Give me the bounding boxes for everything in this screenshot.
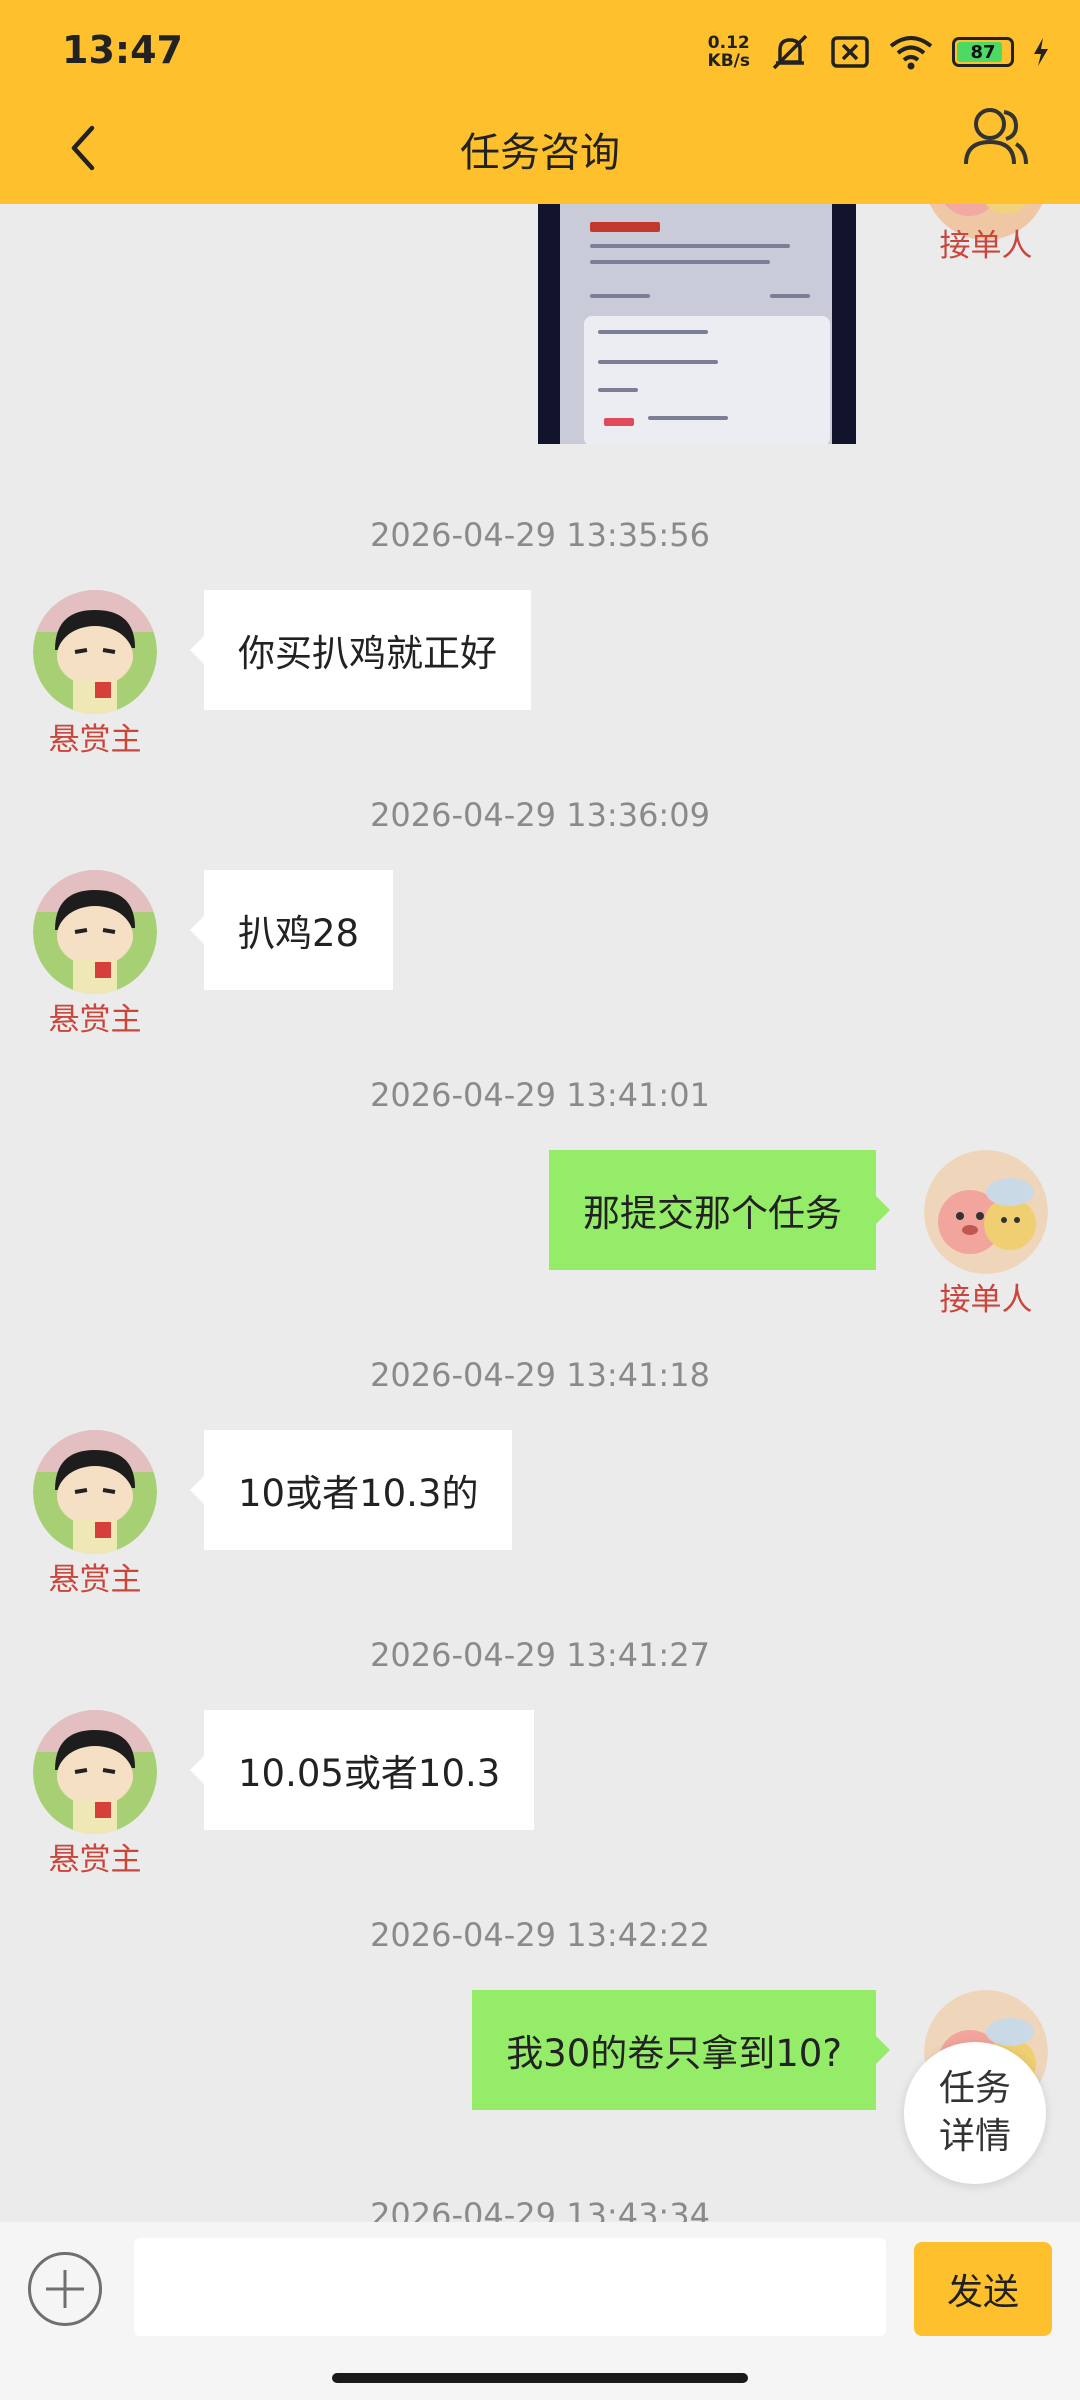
message-timestamp: 2026-04-29 13:35:56: [370, 516, 710, 554]
owner-avatar[interactable]: [33, 1710, 157, 1834]
message-timestamp: 2026-04-29 13:41:27: [370, 1636, 710, 1674]
owner-role-label: 悬赏主: [48, 722, 142, 758]
task-details-button[interactable]: 任务 详情: [904, 2042, 1046, 2184]
top-bar: 13:47 0.12 KB/s 87 任务咨询: [0, 0, 1080, 204]
owner-avatar[interactable]: [33, 590, 157, 714]
taker-avatar[interactable]: [924, 1150, 1048, 1274]
users-icon[interactable]: [960, 102, 1030, 172]
message-timestamp: 2026-04-29 13:41:01: [370, 1076, 710, 1114]
owner-role-label: 悬赏主: [48, 1562, 142, 1598]
charging-icon: [1034, 38, 1048, 66]
chat-area[interactable]: 接单人 2026-04-29 13:35:56 悬赏主 你买扒鸡就正好 2026…: [0, 204, 1080, 2222]
message-timestamp: 2026-04-29 13:36:09: [370, 796, 710, 834]
no-sim-icon: [831, 36, 869, 68]
chat-bubble-received[interactable]: 你买扒鸡就正好: [190, 590, 531, 710]
owner-role-label: 悬赏主: [48, 1002, 142, 1038]
network-speed: 0.12 KB/s: [707, 33, 750, 71]
mute-bell-icon: [772, 34, 808, 70]
image-message-thumbnail[interactable]: [538, 204, 856, 444]
chat-bubble-received[interactable]: 扒鸡28: [189, 870, 394, 990]
message-timestamp: 2026-04-29 13:43:34: [370, 2196, 710, 2222]
home-indicator[interactable]: [332, 2373, 748, 2383]
chat-bubble-sent[interactable]: 那提交那个任务: [549, 1150, 890, 1270]
chat-bubble-received[interactable]: 10.05或者10.3: [189, 1710, 535, 1830]
message-timestamp: 2026-04-29 13:42:22: [370, 1916, 710, 1954]
taker-role-label: 接单人: [939, 228, 1033, 264]
status-time: 13:47: [62, 28, 183, 72]
status-icons: 0.12 KB/s 87: [708, 30, 1050, 74]
task-details-label-line1: 任务: [938, 2068, 1011, 2109]
page-title: 任务咨询: [460, 130, 620, 176]
message-input[interactable]: [134, 2238, 886, 2336]
chat-bubble-sent[interactable]: 我30的卷只拿到10?: [472, 1990, 890, 2110]
taker-role-label: 接单人: [939, 1282, 1033, 1318]
battery-indicator: 87: [952, 37, 1014, 67]
plus-icon[interactable]: [28, 2252, 102, 2326]
wifi-icon: [889, 36, 933, 70]
send-button[interactable]: 发送: [914, 2242, 1052, 2336]
chat-bubble-received[interactable]: 10或者10.3的: [189, 1430, 513, 1550]
message-timestamp: 2026-04-29 13:41:18: [370, 1356, 710, 1394]
task-details-label-line2: 详情: [938, 2116, 1011, 2157]
owner-role-label: 悬赏主: [48, 1842, 142, 1878]
owner-avatar[interactable]: [33, 870, 157, 994]
owner-avatar[interactable]: [33, 1430, 157, 1554]
